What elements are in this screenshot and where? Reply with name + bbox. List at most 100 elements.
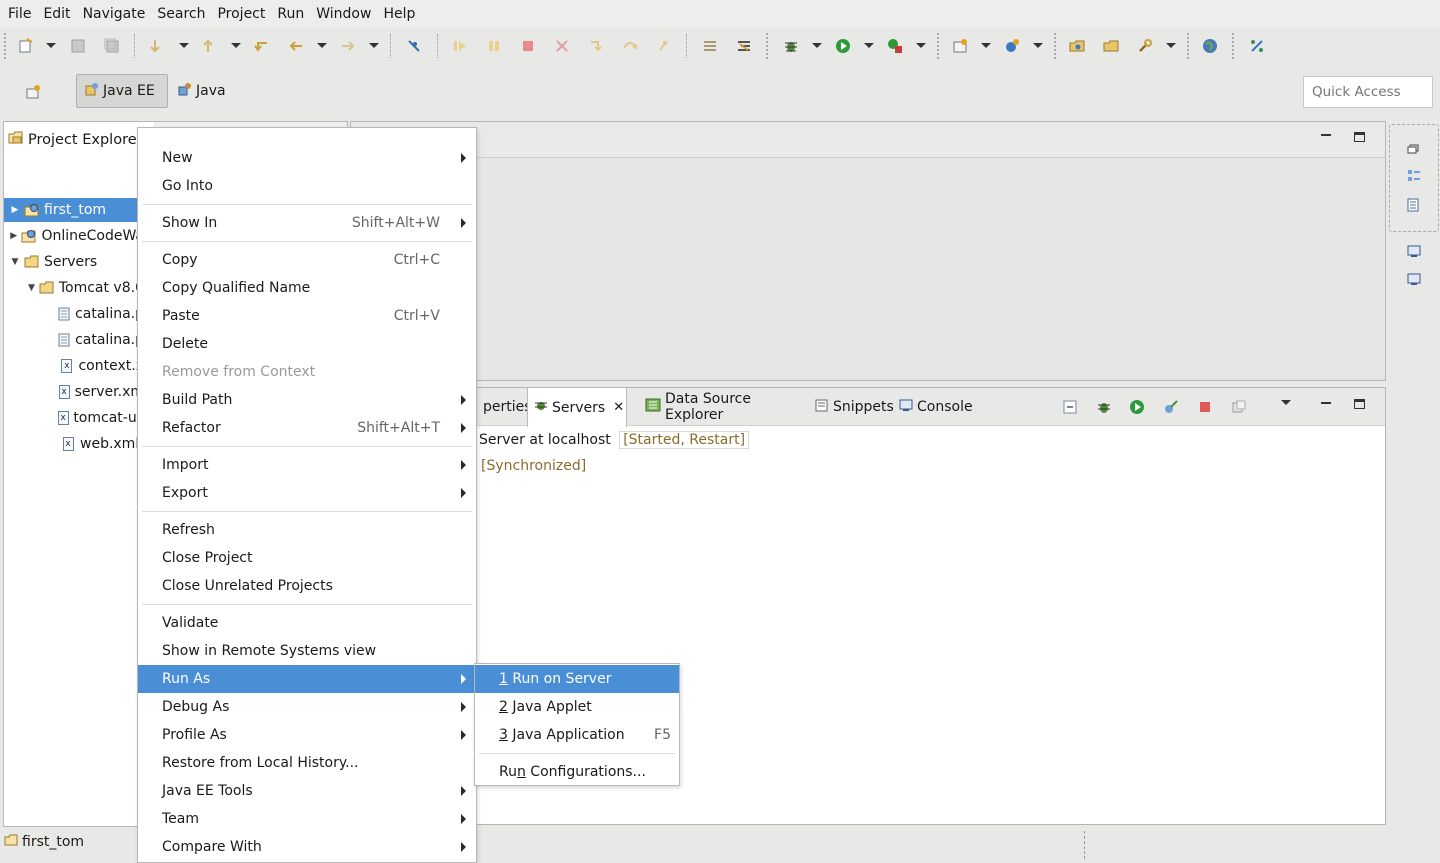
tab-console[interactable]: Console xyxy=(893,388,975,426)
forward-dropdown-icon[interactable] xyxy=(369,43,379,48)
menu-item-run-as[interactable]: Run As xyxy=(138,665,476,693)
connect-remote-icon[interactable] xyxy=(1248,37,1266,55)
toolbar-grip[interactable] xyxy=(1187,33,1190,59)
tree-item[interactable]: x tomcat-us xyxy=(4,406,144,430)
tree-item[interactable]: catalina.p xyxy=(4,328,144,352)
menu-item-copy-qualified-name[interactable]: Copy Qualified Name xyxy=(138,274,476,302)
resume-icon[interactable] xyxy=(451,37,469,55)
console-trim-icon[interactable] xyxy=(1407,245,1421,257)
menu-item-show-in[interactable]: Show In Shift+Alt+W xyxy=(138,209,476,237)
disconnect-icon[interactable] xyxy=(553,37,571,55)
tree-item[interactable]: catalina.p xyxy=(4,302,144,326)
menu-help[interactable]: Help xyxy=(377,0,421,28)
run-external-tools-dropdown-icon[interactable] xyxy=(916,43,926,48)
tree-item[interactable]: ▶ OnlineCodeWa xyxy=(4,224,144,248)
suspend-icon[interactable] xyxy=(485,37,503,55)
menu-window[interactable]: Window xyxy=(310,0,377,28)
debug-icon[interactable] xyxy=(782,37,800,55)
skip-breakpoints-icon[interactable] xyxy=(405,37,423,55)
tree-item[interactable]: ▶ first_tom xyxy=(4,198,138,222)
new-web-service-dropdown-icon[interactable] xyxy=(1033,43,1043,48)
module-tree-item[interactable]: [Synchronized] xyxy=(481,458,586,474)
web-browser-icon[interactable] xyxy=(1201,37,1219,55)
menu-file[interactable]: File xyxy=(2,0,37,28)
menu-run[interactable]: Run xyxy=(271,0,310,28)
save-all-icon[interactable] xyxy=(103,37,121,55)
server-tree-item[interactable]: Server at localhost [Started, Restart] xyxy=(479,431,750,449)
run-external-tools-icon[interactable] xyxy=(886,37,904,55)
close-icon[interactable]: ✕ xyxy=(613,400,624,415)
open-perspective-icon[interactable] xyxy=(24,83,42,101)
new-server-icon[interactable] xyxy=(951,37,969,55)
new-wizard-icon[interactable] xyxy=(17,37,35,55)
stop-server-icon[interactable] xyxy=(1196,398,1214,416)
submenu-item-run-on-server[interactable]: 1 Run on Server xyxy=(475,665,679,693)
new-web-service-icon[interactable] xyxy=(1003,37,1021,55)
perspective-java-ee[interactable]: Java EE xyxy=(76,74,168,108)
menu-item-copy[interactable]: Copy Ctrl+C xyxy=(138,246,476,274)
toolbar-grip[interactable] xyxy=(1054,33,1057,59)
maximize-icon[interactable] xyxy=(1354,132,1365,142)
restore-icon[interactable] xyxy=(1407,142,1421,154)
tree-item[interactable]: x context.x xyxy=(4,354,144,378)
menu-item-refresh[interactable]: Refresh xyxy=(138,516,476,544)
next-annotation-icon[interactable] xyxy=(146,37,164,55)
back-icon[interactable] xyxy=(287,37,305,55)
new-dropdown-icon[interactable] xyxy=(46,43,56,48)
task-list-icon[interactable] xyxy=(1407,198,1421,212)
menu-item-import[interactable]: Import xyxy=(138,451,476,479)
menu-edit[interactable]: Edit xyxy=(37,0,76,28)
toolbar-grip[interactable] xyxy=(937,33,940,59)
open-task-icon[interactable] xyxy=(1102,37,1120,55)
terminate-icon[interactable] xyxy=(519,37,537,55)
menu-item-new[interactable]: New xyxy=(138,144,476,172)
tab-data-source-explorer[interactable]: Data Source Explorer xyxy=(639,388,807,426)
tab-properties[interactable]: perties xyxy=(477,388,532,426)
previous-annotation-dropdown-icon[interactable] xyxy=(231,43,241,48)
menu-item-refactor[interactable]: Refactor Shift+Alt+T xyxy=(138,414,476,442)
tree-item[interactable]: x server.xm xyxy=(4,380,144,404)
submenu-item-java-application[interactable]: 3 Java Application F5 xyxy=(475,721,679,749)
menu-item-java-ee-tools[interactable]: Java EE Tools xyxy=(138,777,476,805)
menu-item-build-path[interactable]: Build Path xyxy=(138,386,476,414)
back-dropdown-icon[interactable] xyxy=(317,43,327,48)
start-server-icon[interactable] xyxy=(1128,398,1146,416)
menu-item-restore-from-local-history[interactable]: Restore from Local History... xyxy=(138,749,476,777)
use-step-filters-icon[interactable] xyxy=(735,37,753,55)
menu-project[interactable]: Project xyxy=(211,0,271,28)
next-annotation-dropdown-icon[interactable] xyxy=(179,43,189,48)
menu-item-close-project[interactable]: Close Project xyxy=(138,544,476,572)
tree-item[interactable]: ▼ Servers xyxy=(4,250,144,274)
menu-item-profile-as[interactable]: Profile As xyxy=(138,721,476,749)
forward-icon[interactable] xyxy=(339,37,357,55)
menu-item-export[interactable]: Export xyxy=(138,479,476,507)
step-into-icon[interactable] xyxy=(587,37,605,55)
expand-arrow-icon[interactable]: ▶ xyxy=(8,205,22,215)
run-icon[interactable] xyxy=(834,37,852,55)
quick-access-input[interactable] xyxy=(1303,76,1433,108)
minimize-icon[interactable] xyxy=(1321,402,1331,404)
menu-item-go-into[interactable]: Go Into xyxy=(138,172,476,200)
run-dropdown-icon[interactable] xyxy=(864,43,874,48)
menu-search[interactable]: Search xyxy=(151,0,211,28)
save-icon[interactable] xyxy=(69,37,87,55)
menu-item-close-unrelated-projects[interactable]: Close Unrelated Projects xyxy=(138,572,476,600)
project-explorer-tab[interactable]: Project Explorer xyxy=(4,122,154,158)
tab-snippets[interactable]: Snippets xyxy=(809,388,894,426)
minimize-icon[interactable] xyxy=(1321,134,1331,136)
perspective-java[interactable]: Java xyxy=(170,74,240,108)
expand-arrow-icon[interactable]: ▶ xyxy=(8,231,19,241)
collapse-arrow-icon[interactable]: ▼ xyxy=(26,283,37,293)
last-edit-location-icon[interactable] xyxy=(253,37,271,55)
previous-annotation-icon[interactable] xyxy=(199,37,217,55)
submenu-item-run-configurations[interactable]: Run Configurations... xyxy=(475,758,679,786)
open-type-icon[interactable] xyxy=(1068,37,1086,55)
submenu-item-java-applet[interactable]: 2 Java Applet xyxy=(475,693,679,721)
menu-item-team[interactable]: Team xyxy=(138,805,476,833)
menu-item-show-in-remote-systems-view[interactable]: Show in Remote Systems view xyxy=(138,637,476,665)
search-icon[interactable] xyxy=(1136,37,1154,55)
step-over-icon[interactable] xyxy=(621,37,639,55)
tree-item[interactable]: ▼ Tomcat v8.0 xyxy=(4,276,144,300)
publish-server-icon[interactable] xyxy=(1230,398,1248,416)
toolbar-grip[interactable] xyxy=(4,33,7,59)
